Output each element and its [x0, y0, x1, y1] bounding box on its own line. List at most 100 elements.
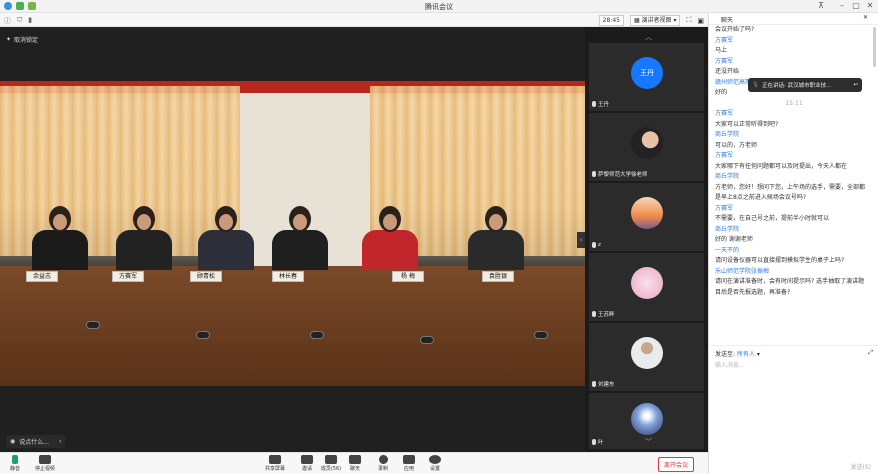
bottom-toolbar: 静音 停止视频 共享屏幕 邀请 成员(56) 聊天 录制 应用 设置 离开会议 — [0, 452, 708, 474]
participant-6 — [468, 206, 524, 270]
pin-icon[interactable]: ⊼ — [815, 1, 827, 10]
cancel-lock-button[interactable]: ✦ 取消锁定 — [6, 35, 38, 44]
maximize-icon[interactable]: ▢ — [850, 1, 862, 10]
speaker-video: 余益志 方赛军 顾青松 林长春 杨 梅 袁胜银 — [0, 81, 585, 386]
video-tile[interactable]: z — [589, 183, 704, 251]
mic-icon — [592, 381, 596, 387]
message-text: 大家可以正常听得到吧? — [715, 120, 779, 128]
participant-1 — [32, 206, 88, 270]
fullscreen-icon[interactable]: ⛶ — [686, 16, 691, 25]
avatar — [631, 127, 663, 159]
avatar — [631, 337, 663, 369]
nameplate: 方赛军 — [112, 271, 144, 282]
message-text: 是早上8点之前进入候场会议号吗? — [715, 194, 807, 201]
mic-icon — [592, 242, 596, 248]
message-text: 马上 — [715, 47, 728, 54]
message-text: 请问在演讲准备时，会有时间提示吗? 选手抽取了演讲题 — [715, 278, 865, 285]
layout-icon[interactable]: ▣ — [697, 17, 704, 25]
message-sender: 乐山师范学院张振梅 — [715, 267, 770, 275]
view-label: 演讲者视图 — [641, 17, 672, 24]
share-screen-button[interactable]: 共享屏幕 — [262, 455, 288, 472]
participant-5 — [362, 206, 418, 270]
message-text: 会议开始了吗? — [715, 26, 755, 33]
gear-icon — [429, 455, 441, 464]
chat-button[interactable]: 聊天 — [342, 455, 368, 472]
chat-scrollbar[interactable] — [873, 27, 876, 67]
tile-label: z — [598, 242, 601, 248]
video-tile[interactable]: 刘建东 — [589, 323, 704, 391]
leave-meeting-button[interactable]: 离开会议 — [657, 457, 694, 472]
chat-composer: 发送至: 所有人 ▾ ⤢ 输入消息... 发送(S) — [709, 345, 878, 474]
send-to-label: 发送至: — [715, 351, 736, 358]
chat-messages: 会议开始了吗? 方赛军 马上 方赛军 还没开始 赣州师范高等专科学校 好的 15:11 方赛军大… — [709, 25, 878, 347]
chat-bubble-icon: ◉ — [10, 438, 16, 445]
message-sender: 方赛军 — [715, 57, 734, 65]
desk-mic — [310, 331, 324, 339]
close-icon[interactable]: ✕ — [863, 14, 868, 21]
tile-label: 萨黎师范大学徐老师 — [598, 172, 648, 178]
nameplate: 杨 梅 — [392, 271, 424, 282]
nameplate: 余益志 — [26, 271, 58, 282]
desk-mic — [420, 336, 434, 344]
avatar: 王丹 — [631, 57, 663, 89]
mic-icon — [592, 171, 596, 177]
message-input[interactable]: 输入消息... — [715, 360, 745, 369]
chevron-down-icon[interactable]: ﹀ — [645, 437, 652, 447]
reply-icon[interactable]: ↩ — [853, 82, 858, 88]
settings-button[interactable]: 设置 — [422, 455, 448, 472]
signal-bars-icon[interactable]: ▮ — [28, 16, 32, 26]
cancel-lock-label: 取消锁定 — [14, 37, 39, 44]
speak-input-hint[interactable]: ◉ 说点什么... ‹ — [6, 435, 66, 448]
view-switch-button[interactable]: ▦ 演讲者视图 ▾ — [629, 15, 681, 26]
members-button[interactable]: 成员(56) — [318, 455, 344, 472]
mute-button[interactable]: 静音 — [2, 455, 28, 472]
message-text: 请问设备仪器可以直接摆到模拟学生的桌子上吗? — [715, 257, 845, 264]
participant-2 — [116, 206, 172, 270]
expand-icon[interactable]: ⤢ — [868, 349, 873, 357]
microphone-icon — [12, 455, 18, 464]
mute-label: 静音 — [9, 466, 20, 472]
message-text: 好的 谢谢老师 — [715, 236, 753, 243]
desk-mic — [86, 321, 100, 329]
apps-button[interactable]: 应用 — [396, 455, 422, 472]
chat-header: 聊天 ✕ — [709, 13, 878, 25]
message-text: 目后是否先报选题，再准备? — [715, 288, 791, 296]
invite-button[interactable]: 邀请 — [294, 455, 320, 472]
meeting-toolbar: ⓘ ⛉ ▮ 28:45 ▦ 演讲者视图 ▾ ⛶ ▣ — [0, 13, 708, 27]
share-screen-icon — [269, 455, 281, 464]
message-sender: 方赛军 — [715, 36, 734, 44]
message-sender: 商丘学院 — [715, 173, 740, 180]
video-tile[interactable]: 萨黎师范大学徐老师 — [589, 113, 704, 181]
desk-mic — [196, 331, 210, 339]
send-to-value: 所有人 — [736, 351, 755, 358]
message-text: 不需要，在自己号之前，提前半小时就可以 — [715, 215, 830, 222]
stop-video-button[interactable]: 停止视频 — [32, 455, 58, 472]
main-stage: ✦ 取消锁定 余益志 方赛军 顾青松 林长春 杨 梅 袁胜银 › ◉ 说点什么.… — [0, 27, 585, 452]
settings-label: 设置 — [429, 466, 440, 472]
video-tile[interactable]: 王丹 王丹 — [589, 43, 704, 111]
nameplate: 顾青松 — [190, 271, 222, 282]
participant-4 — [272, 206, 328, 270]
microphone-icon: 🎙 — [752, 82, 759, 88]
chevron-right-icon[interactable]: › — [577, 232, 585, 248]
timer: 28:45 — [598, 15, 624, 26]
shield-icon[interactable]: ⛉ — [17, 16, 22, 26]
message-text: 可以的，方老师 — [715, 141, 758, 149]
message-sender: 商丘学院 — [715, 131, 740, 138]
share-screen-label: 共享屏幕 — [264, 466, 285, 472]
close-icon[interactable]: ✕ — [864, 1, 876, 10]
stop-video-label: 停止视频 — [34, 466, 55, 472]
members-icon — [325, 455, 337, 464]
avatar — [631, 197, 663, 229]
send-to-selector[interactable]: 发送至: 所有人 ▾ — [715, 349, 760, 358]
avatar — [631, 403, 663, 435]
chevron-up-icon[interactable]: ︿ — [645, 32, 652, 42]
participant-3 — [198, 206, 254, 270]
minimize-icon[interactable]: – — [836, 1, 848, 10]
mic-icon — [592, 311, 596, 317]
record-button[interactable]: 录制 — [370, 455, 396, 472]
apps-label: 应用 — [403, 466, 414, 472]
info-icon[interactable]: ⓘ — [4, 16, 11, 26]
video-tile[interactable]: 王苏畔 — [589, 253, 704, 321]
send-button[interactable]: 发送(S) — [851, 462, 872, 471]
